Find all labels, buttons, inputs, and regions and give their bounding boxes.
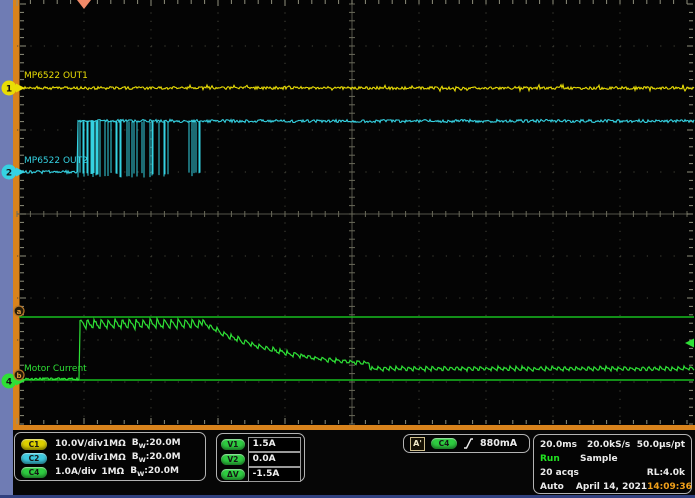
cursor-v2-badge[interactable]: V2 — [221, 454, 245, 465]
channel2-badge[interactable]: C2 — [21, 453, 47, 464]
channel1-badge[interactable]: C1 — [21, 439, 47, 450]
channel2-settings-row[interactable]: C2 10.0V/div 1MΩ BW:20.0M — [21, 451, 199, 465]
cursor-delta-badge[interactable]: ΔV — [221, 469, 245, 480]
oscilloscope-screen: 1 2 4 a b MP6522 OUT1 MP6522 OUT2 Motor … — [0, 0, 695, 498]
channel1-trace-label: MP6522 OUT1 — [24, 71, 88, 81]
channel4-badge[interactable]: C4 — [21, 467, 47, 478]
cursor-a-marker[interactable]: a — [14, 306, 24, 316]
resolution-value: 50.0µs/pt — [637, 440, 685, 450]
run-state: Run — [540, 454, 580, 464]
rising-edge-icon — [463, 437, 474, 450]
acq-count-row: 20 acqs RL:4.0k — [540, 466, 685, 480]
channel4-trace-label: Motor Current — [24, 364, 87, 374]
date-time-row: Auto April 14, 2021 14:09:36 — [540, 480, 685, 494]
record-length: RL:4.0k — [647, 468, 685, 478]
trigger-event-badge: A' — [410, 437, 425, 451]
cursor-readout-box[interactable]: V1 1.5A V2 0.0A ΔV -1.5A — [216, 433, 305, 482]
channel2-bandwidth: BW:20.0M — [132, 452, 181, 464]
channel1-impedance: 1MΩ — [103, 439, 126, 449]
cursor-delta-row[interactable]: ΔV -1.5A — [221, 467, 301, 482]
time-value: 14:09:36 — [647, 482, 692, 492]
trigger-mode: Auto — [540, 482, 564, 492]
channel1-settings-row[interactable]: C1 10.0V/div 1MΩ BW:20.0M — [21, 437, 199, 451]
channel1-scale: 10.0V/div — [55, 439, 103, 449]
sample-rate-value: 20.0kS/s — [587, 440, 630, 450]
waveform-display: 1 2 4 a b MP6522 OUT1 MP6522 OUT2 Motor … — [0, 0, 695, 430]
timebase-value: 20.0ms — [540, 440, 577, 450]
channel4-marker-label: 4 — [6, 378, 12, 388]
acquisition-readout-box[interactable]: 20.0ms 20.0kS/s 50.0µs/pt Run Sample 20 … — [533, 434, 692, 494]
cursor-b-marker[interactable]: b — [14, 370, 24, 380]
cursor-v2-row[interactable]: V2 0.0A — [221, 452, 301, 467]
cursor-b-label: b — [16, 372, 21, 380]
acquisition-count: 20 acqs — [540, 468, 579, 478]
timebase-row: 20.0ms 20.0kS/s 50.0µs/pt — [540, 438, 685, 452]
channel1-bandwidth: BW:20.0M — [132, 438, 181, 450]
channel1-marker-label: 1 — [6, 85, 12, 95]
channel4-scale: 1.0A/div — [55, 467, 101, 477]
channel2-marker-label: 2 — [6, 169, 12, 179]
date-value: April 14, 2021 — [576, 482, 647, 492]
cursor-v1-badge[interactable]: V1 — [221, 439, 245, 450]
channel4-impedance: 1MΩ — [101, 467, 124, 477]
cursor-a-label: a — [17, 308, 22, 316]
cursor-v1-value: 1.5A — [248, 437, 301, 452]
trigger-readout-box[interactable]: A' C4 880mA — [403, 434, 530, 453]
channel-settings-box[interactable]: C1 10.0V/div 1MΩ BW:20.0M C2 10.0V/div 1… — [14, 432, 206, 481]
channel2-trace-label: MP6522 OUT2 — [24, 156, 88, 166]
cursor-delta-value: -1.5A — [248, 467, 301, 482]
channel4-bandwidth: BW:20.0M — [130, 466, 179, 478]
cursor-v2-value: 0.0A — [248, 452, 301, 467]
status-bar: C1 10.0V/div 1MΩ BW:20.0M C2 10.0V/div 1… — [0, 430, 695, 495]
frame-left — [13, 0, 20, 430]
acquisition-mode: Sample — [580, 454, 618, 464]
channel2-impedance: 1MΩ — [103, 453, 126, 463]
cursor-v1-row[interactable]: V1 1.5A — [221, 437, 301, 452]
trigger-source-badge[interactable]: C4 — [431, 438, 457, 449]
channel2-scale: 10.0V/div — [55, 453, 103, 463]
run-state-row: Run Sample — [540, 452, 685, 466]
channel4-settings-row[interactable]: C4 1.0A/div 1MΩ BW:20.0M — [21, 465, 199, 479]
trigger-level-value: 880mA — [480, 438, 517, 449]
